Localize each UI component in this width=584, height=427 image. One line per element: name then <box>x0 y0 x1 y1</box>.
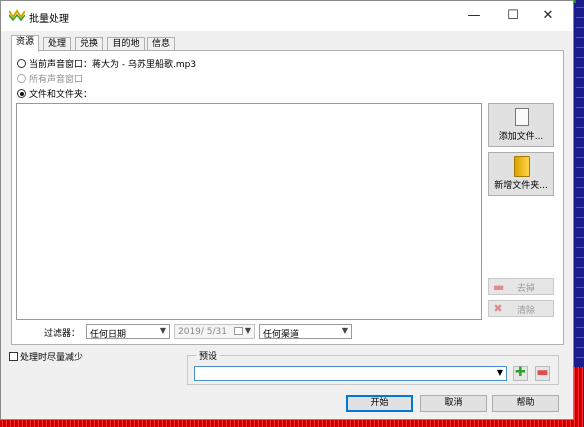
add-folder-button[interactable]: 新增文件夹... <box>488 152 554 196</box>
minus-icon: ▬ <box>536 365 549 380</box>
channel-filter-value: 任何渠道 <box>263 330 300 340</box>
tab-convert[interactable]: 兑换 <box>75 37 103 51</box>
filter-label: 过滤器： <box>44 329 81 339</box>
chevron-down-icon: ▼ <box>341 326 348 335</box>
files-folders-label: 文件和文件夹： <box>29 90 93 100</box>
batch-icon <box>9 9 25 21</box>
preset-label: 预设 <box>196 349 221 362</box>
close-button[interactable]: ✕ <box>531 1 565 31</box>
x-icon: ✖ <box>493 302 503 315</box>
reduce-option[interactable]: 处理时尽量减少 <box>9 350 83 363</box>
add-file-button[interactable]: 添加文件... <box>488 103 554 147</box>
remove-button[interactable]: ▬ 去掉 <box>488 278 554 295</box>
current-file-name: 蒋大为 - 乌苏里船歌.mp3 <box>92 60 197 70</box>
current-window-radio[interactable] <box>17 59 26 68</box>
title-bar[interactable]: 批量处理 — ☐ ✕ <box>1 1 573 31</box>
date-filter-select[interactable]: 任何日期 ▼ <box>86 324 170 340</box>
clear-button[interactable]: ✖ 清除 <box>488 300 554 317</box>
remove-label: 去掉 <box>517 284 536 294</box>
calendar-icon <box>234 327 243 335</box>
files-folders-option[interactable]: 文件和文件夹： <box>17 87 92 100</box>
tab-process[interactable]: 处理 <box>43 37 71 51</box>
preset-add-button[interactable]: ✚ <box>513 366 528 381</box>
chevron-down-icon: ▼ <box>244 326 251 335</box>
preset-select[interactable]: ▼ <box>194 366 507 381</box>
current-window-label: 当前声音窗口： <box>29 60 93 70</box>
date-filter-value: 任何日期 <box>90 330 127 340</box>
folder-icon <box>514 156 530 177</box>
window-title: 批量处理 <box>29 14 69 25</box>
add-folder-label: 新增文件夹... <box>494 181 548 191</box>
files-folders-radio[interactable] <box>17 89 26 98</box>
clear-label: 清除 <box>517 306 536 316</box>
reduce-checkbox-label: 处理时尽量减少 <box>20 353 84 363</box>
cancel-button[interactable]: 取消 <box>420 395 487 412</box>
maximize-button[interactable]: ☐ <box>496 1 530 31</box>
all-windows-option: 所有声音窗口 <box>17 72 83 85</box>
tab-source[interactable]: 资源 <box>11 35 39 52</box>
chevron-down-icon: ▼ <box>496 368 503 377</box>
source-panel: 当前声音窗口： 蒋大为 - 乌苏里船歌.mp3 所有声音窗口 文件和文件夹： 添… <box>11 50 564 345</box>
preset-remove-button[interactable]: ▬ <box>535 366 550 381</box>
file-list[interactable] <box>16 103 482 320</box>
add-file-label: 添加文件... <box>498 132 544 142</box>
current-window-option[interactable]: 当前声音窗口： 蒋大为 - 乌苏里船歌.mp3 <box>17 57 196 70</box>
minus-icon: ▬ <box>493 280 505 294</box>
minimize-button[interactable]: — <box>457 1 491 31</box>
channel-filter-select[interactable]: 任何渠道 ▼ <box>259 324 352 340</box>
date-picker: 2019/ 5/31 ▼ <box>174 324 255 339</box>
tab-info[interactable]: 信息 <box>147 37 175 51</box>
reduce-checkbox[interactable] <box>9 352 18 361</box>
date-picker-value: 2019/ 5/31 <box>178 327 228 337</box>
plus-icon: ✚ <box>515 365 526 380</box>
all-windows-radio <box>17 74 26 83</box>
help-button[interactable]: 帮助 <box>492 395 559 412</box>
background-waveform-grid <box>576 0 584 427</box>
chevron-down-icon: ▼ <box>159 326 166 335</box>
all-windows-label: 所有声音窗口 <box>29 75 84 85</box>
start-button[interactable]: 开始 <box>346 395 413 412</box>
batch-process-dialog: 批量处理 — ☐ ✕ 资源 处理 兑换 目的地 信息 当前声音窗口： 蒋大为 -… <box>0 0 574 420</box>
tab-destination[interactable]: 目的地 <box>107 37 145 51</box>
document-icon <box>512 108 529 130</box>
